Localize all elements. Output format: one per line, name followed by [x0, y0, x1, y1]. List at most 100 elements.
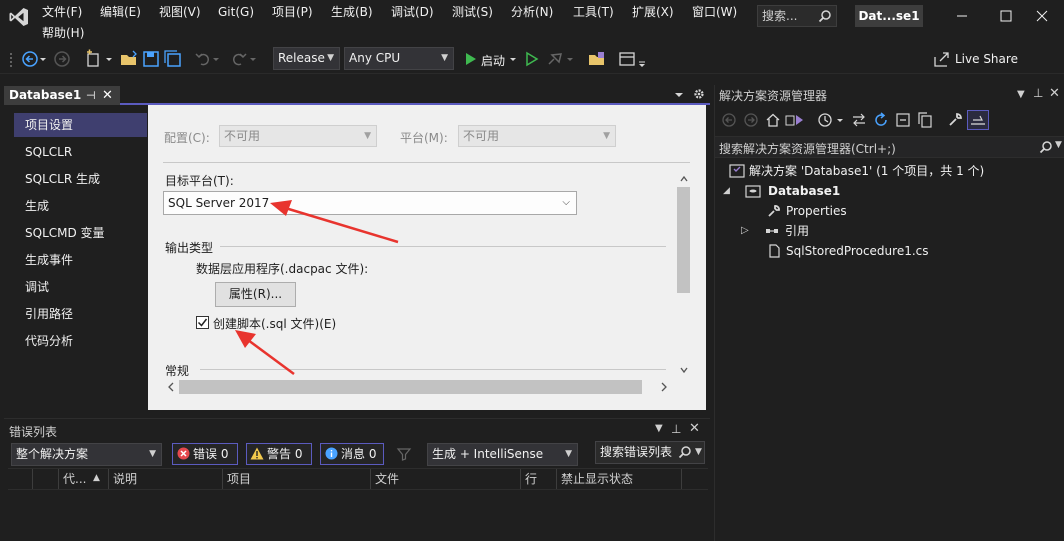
column-line[interactable]: 行	[520, 469, 556, 489]
expanded-arrow-icon[interactable]: ◢	[723, 181, 730, 201]
menu-test[interactable]: 测试(S)	[448, 3, 497, 21]
nav-reference-paths[interactable]: 引用路径	[14, 302, 134, 326]
menu-file[interactable]: 文件(F)	[38, 3, 86, 21]
close-panel-icon[interactable]: ✕	[689, 421, 700, 436]
live-share-label[interactable]: Live Share	[955, 52, 1018, 66]
horizontal-scrollbar-thumb[interactable]	[179, 380, 642, 394]
error-list-search[interactable]: 搜索错误列表 ▼	[595, 441, 705, 464]
forward-icon[interactable]	[743, 112, 759, 128]
redo-icon[interactable]	[229, 49, 249, 69]
home-icon[interactable]	[765, 112, 781, 128]
minimize-button[interactable]	[940, 4, 984, 28]
column-code[interactable]: 代... ▲	[58, 469, 108, 489]
panel-dropdown-icon[interactable]: ▼	[655, 423, 663, 434]
undo-icon[interactable]	[193, 49, 213, 69]
close-panel-icon[interactable]: ✕	[1049, 86, 1060, 101]
create-script-label[interactable]: 创建脚本(.sql 文件)(E)	[213, 315, 336, 332]
start-without-debugging-icon[interactable]	[522, 49, 542, 69]
start-debugging-icon[interactable]	[461, 49, 481, 69]
menu-window[interactable]: 窗口(W)	[688, 3, 741, 21]
menu-view[interactable]: 视图(V)	[155, 3, 205, 21]
panel-dropdown-icon[interactable]: ▼	[1017, 89, 1025, 100]
target-platform-select[interactable]: SQL Server 2017 ⌵	[163, 191, 577, 215]
pin-icon[interactable]: ⊥	[671, 422, 681, 436]
nav-debug[interactable]: 调试	[14, 275, 134, 299]
switch-views-icon[interactable]	[785, 112, 805, 128]
refresh-icon[interactable]	[873, 112, 889, 128]
column-description[interactable]: 说明	[108, 469, 222, 489]
menu-extensions[interactable]: 扩展(X)	[628, 3, 678, 21]
navigate-back-icon[interactable]	[20, 49, 40, 69]
solution-folder-icon[interactable]	[587, 49, 607, 69]
vertical-scrollbar-thumb[interactable]	[677, 187, 690, 293]
scroll-up-icon[interactable]	[679, 173, 689, 185]
window-layout-icon[interactable]	[617, 49, 637, 69]
live-share-icon[interactable]	[932, 49, 952, 69]
menu-tools[interactable]: 工具(T)	[569, 3, 618, 21]
close-window-button[interactable]	[1020, 4, 1064, 28]
show-all-files-icon[interactable]	[917, 112, 933, 128]
menu-project[interactable]: 项目(P)	[268, 3, 317, 21]
preview-selected-items-icon[interactable]	[967, 110, 989, 130]
save-icon[interactable]	[141, 49, 161, 69]
new-project-icon[interactable]	[84, 49, 104, 69]
save-all-icon[interactable]	[163, 49, 183, 69]
nav-sqlclr[interactable]: SQLCLR	[14, 140, 134, 164]
pending-changes-icon[interactable]	[817, 112, 833, 128]
warnings-filter-button[interactable]: 警告 0	[246, 443, 312, 465]
menu-git[interactable]: Git(G)	[214, 3, 258, 21]
hot-reload-icon[interactable]	[545, 49, 565, 69]
menu-debug[interactable]: 调试(D)	[387, 3, 438, 21]
back-icon[interactable]	[721, 112, 737, 128]
start-label[interactable]: 启动	[481, 52, 505, 69]
nav-project-settings[interactable]: 项目设置	[14, 113, 147, 137]
redo-dropdown-icon[interactable]	[248, 49, 258, 69]
column-icon[interactable]	[32, 469, 58, 489]
error-scope-select[interactable]: 整个解决方案 ▼	[11, 443, 162, 466]
messages-filter-button[interactable]: 消息 0	[320, 443, 384, 465]
menu-edit[interactable]: 编辑(E)	[96, 3, 145, 21]
nav-sqlcmd-variables[interactable]: SQLCMD 变量	[14, 221, 134, 245]
tab-database1[interactable]: Database1 ⊣ ✕	[4, 86, 120, 105]
errors-filter-button[interactable]: 错误 0	[172, 443, 238, 465]
scroll-down-icon[interactable]	[679, 364, 689, 376]
global-search[interactable]: 搜索...	[757, 5, 837, 27]
platform-select[interactable]: Any CPU ▼	[344, 47, 454, 70]
build-intellisense-select[interactable]: 生成 + IntelliSense ▼	[427, 443, 578, 466]
undo-dropdown-icon[interactable]	[211, 49, 221, 69]
menu-analyze[interactable]: 分析(N)	[507, 3, 557, 21]
properties-wrench-icon[interactable]	[947, 112, 963, 128]
close-tab-icon[interactable]: ✕	[102, 86, 113, 105]
solution-explorer-search[interactable]: 搜索解决方案资源管理器(Ctrl+;) ▼	[715, 136, 1064, 158]
menu-help[interactable]: 帮助(H)	[38, 24, 88, 42]
nav-code-analysis[interactable]: 代码分析	[14, 329, 134, 353]
nav-build[interactable]: 生成	[14, 194, 134, 218]
pending-dropdown-icon[interactable]	[835, 112, 845, 128]
filter-icon[interactable]	[396, 446, 412, 462]
pin-icon[interactable]: ⊣	[86, 86, 96, 105]
column-project[interactable]: 项目	[222, 469, 370, 489]
settings-gear-icon[interactable]	[693, 87, 705, 101]
scroll-left-icon[interactable]	[166, 381, 176, 393]
new-dropdown-icon[interactable]	[104, 49, 114, 69]
tab-list-dropdown-icon[interactable]	[673, 87, 685, 101]
column-suppression-state[interactable]: 禁止显示状态	[556, 469, 682, 489]
hot-reload-dropdown-icon[interactable]	[565, 49, 575, 69]
scroll-right-icon[interactable]	[659, 381, 669, 393]
sync-with-document-icon[interactable]	[851, 112, 867, 128]
create-script-checkbox[interactable]	[196, 316, 209, 329]
back-dropdown-icon[interactable]	[38, 49, 48, 69]
properties-button[interactable]: 属性(R)...	[215, 282, 296, 307]
open-folder-icon[interactable]	[119, 49, 139, 69]
pin-icon[interactable]: ⊥	[1033, 86, 1043, 100]
configuration-select[interactable]: Release ▼	[273, 47, 340, 70]
navigate-forward-icon[interactable]	[52, 49, 72, 69]
nav-build-events[interactable]: 生成事件	[14, 248, 134, 272]
column-file[interactable]: 文件	[370, 469, 520, 489]
collapsed-arrow-icon[interactable]: ▷	[741, 221, 749, 241]
nav-sqlclr-build[interactable]: SQLCLR 生成	[14, 167, 134, 191]
collapse-all-icon[interactable]	[895, 112, 911, 128]
toolbar-options-icon[interactable]	[637, 49, 647, 69]
menu-build[interactable]: 生成(B)	[327, 3, 377, 21]
start-dropdown-icon[interactable]	[508, 49, 518, 69]
